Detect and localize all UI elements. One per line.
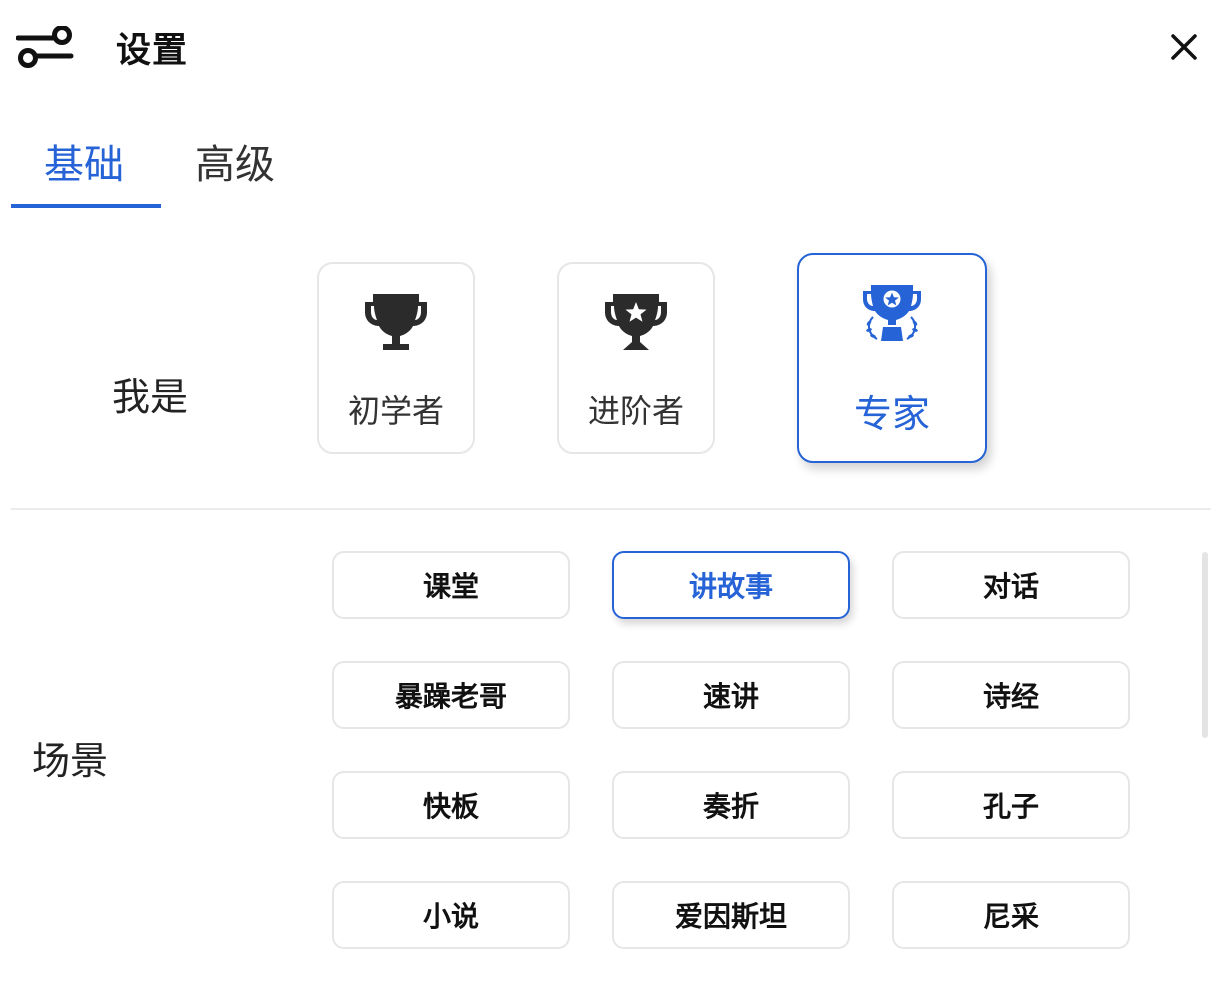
tab-basic[interactable]: 基础 bbox=[44, 132, 124, 190]
trophy-icon bbox=[365, 294, 427, 350]
section-divider bbox=[11, 508, 1211, 510]
scene-option-classroom[interactable]: 课堂 bbox=[332, 551, 570, 619]
scene-option-confucius[interactable]: 孔子 bbox=[892, 771, 1130, 839]
tab-advanced[interactable]: 高级 bbox=[195, 132, 275, 190]
scrollbar[interactable] bbox=[1202, 552, 1208, 738]
scene-option-speed-talk[interactable]: 速讲 bbox=[612, 661, 850, 729]
level-option-label: 专家 bbox=[853, 392, 930, 436]
trophy-laurel-icon bbox=[863, 285, 921, 341]
level-option-expert[interactable]: 专家 bbox=[797, 253, 987, 463]
page-title: 设置 bbox=[116, 31, 189, 71]
level-option-beginner[interactable]: 初学者 bbox=[317, 262, 475, 454]
trophy-star-icon bbox=[605, 294, 667, 350]
scene-option-book-of-songs[interactable]: 诗经 bbox=[892, 661, 1130, 729]
scene-option-nietzsche[interactable]: 尼采 bbox=[892, 881, 1130, 949]
level-option-label: 进阶者 bbox=[587, 392, 684, 430]
scene-option-einstein[interactable]: 爱因斯坦 bbox=[612, 881, 850, 949]
level-option-intermediate[interactable]: 进阶者 bbox=[557, 262, 715, 454]
scene-option-kuaiban[interactable]: 快板 bbox=[332, 771, 570, 839]
active-tab-indicator bbox=[11, 204, 161, 208]
scene-option-grumpy-bro[interactable]: 暴躁老哥 bbox=[332, 661, 570, 729]
scene-option-novel[interactable]: 小说 bbox=[332, 881, 570, 949]
header: 设置 bbox=[0, 0, 1226, 96]
level-option-label: 初学者 bbox=[347, 392, 444, 430]
settings-toggle-icon bbox=[16, 26, 74, 68]
scene-option-dialogue[interactable]: 对话 bbox=[892, 551, 1130, 619]
scene-option-memorial[interactable]: 奏折 bbox=[612, 771, 850, 839]
tab-bar: 基础 高级 bbox=[0, 120, 1226, 210]
close-icon[interactable] bbox=[1162, 26, 1206, 70]
level-label: 我是 bbox=[112, 375, 189, 419]
scene-label: 场景 bbox=[32, 739, 109, 783]
scene-option-storytelling[interactable]: 讲故事 bbox=[612, 551, 850, 619]
